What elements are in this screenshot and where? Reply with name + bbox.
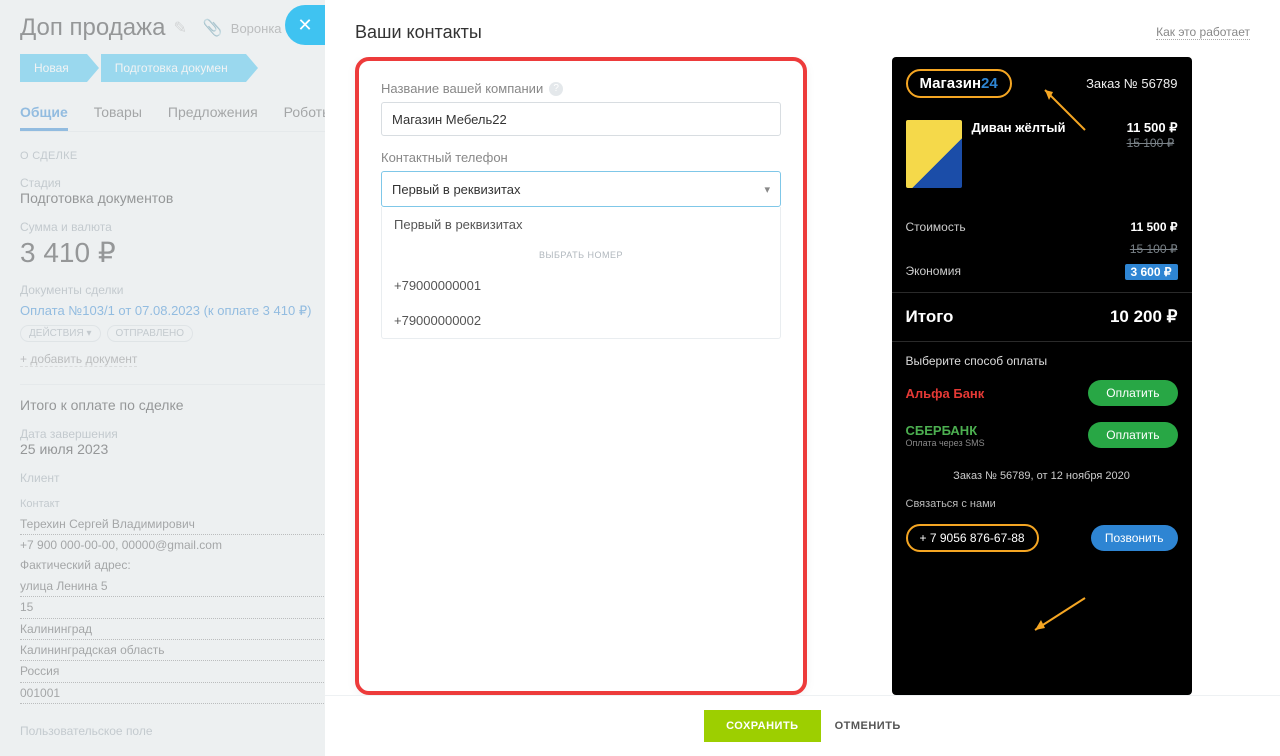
cost-value: 11 500 ₽ — [1130, 220, 1177, 234]
how-it-works-link[interactable]: Как это работает — [1156, 25, 1250, 40]
payment-preview: Магазин24 Заказ № 56789 Диван жёлтый 11 … — [892, 57, 1192, 695]
phone-selected: Первый в реквизитах — [392, 182, 521, 197]
contacts-form: Название вашей компании ? Контактный тел… — [355, 57, 807, 695]
contact-us-label: Связаться с нами — [892, 492, 1192, 516]
product-name: Диван жёлтый — [972, 120, 1117, 135]
contacts-modal: ✕ Ваши контакты Как это работает Названи… — [325, 0, 1280, 756]
company-input[interactable] — [381, 102, 781, 136]
cost-old: 15 100 ₽ — [1130, 242, 1178, 256]
help-icon[interactable]: ? — [549, 82, 563, 96]
company-label: Название вашей компании — [381, 81, 543, 96]
chevron-down-icon: ▾ — [764, 183, 770, 196]
close-icon[interactable]: ✕ — [285, 5, 325, 45]
bank-alfa: Альфа Банк — [906, 386, 985, 401]
phone-option-default[interactable]: Первый в реквизитах — [382, 207, 780, 242]
cancel-button[interactable]: ОТМЕНИТЬ — [835, 710, 901, 742]
call-button[interactable]: Позвонить — [1091, 525, 1178, 551]
order-number: Заказ № 56789 — [1086, 76, 1177, 91]
order-line: Заказ № 56789, от 12 ноября 2020 — [892, 456, 1192, 492]
total-value: 10 200 ₽ — [1110, 307, 1178, 327]
product-old-price: 15 100 ₽ — [1127, 136, 1178, 150]
product-price: 11 500 ₽ — [1127, 120, 1178, 136]
saving-label: Экономия — [906, 264, 961, 280]
bank-sber: СБЕРБАНКОплата через SMS — [906, 423, 985, 448]
shop-logo: Магазин24 — [906, 69, 1012, 98]
pay-button-sber[interactable]: Оплатить — [1088, 422, 1177, 448]
phone-option-2[interactable]: +79000000002 — [382, 303, 780, 338]
saving-value: 3 600 ₽ — [1125, 264, 1178, 280]
modal-footer: СОХРАНИТЬ ОТМЕНИТЬ — [325, 695, 1280, 756]
contact-phone-pill: + 7 9056 876-67-88 — [906, 524, 1039, 552]
total-label: Итого — [906, 307, 954, 327]
phone-dropdown: Первый в реквизитах ВЫБРАТЬ НОМЕР +79000… — [381, 207, 781, 339]
cost-label: Стоимость — [906, 220, 966, 234]
product-thumbnail — [906, 120, 962, 188]
modal-title: Ваши контакты — [355, 22, 482, 43]
payment-select-label: Выберите способ оплаты — [892, 342, 1192, 372]
phone-option-1[interactable]: +79000000001 — [382, 268, 780, 303]
phone-select[interactable]: Первый в реквизитах ▾ — [381, 171, 781, 207]
phone-label: Контактный телефон — [381, 150, 508, 165]
pay-button-alfa[interactable]: Оплатить — [1088, 380, 1177, 406]
save-button[interactable]: СОХРАНИТЬ — [704, 710, 820, 742]
options-divider: ВЫБРАТЬ НОМЕР — [382, 242, 780, 268]
